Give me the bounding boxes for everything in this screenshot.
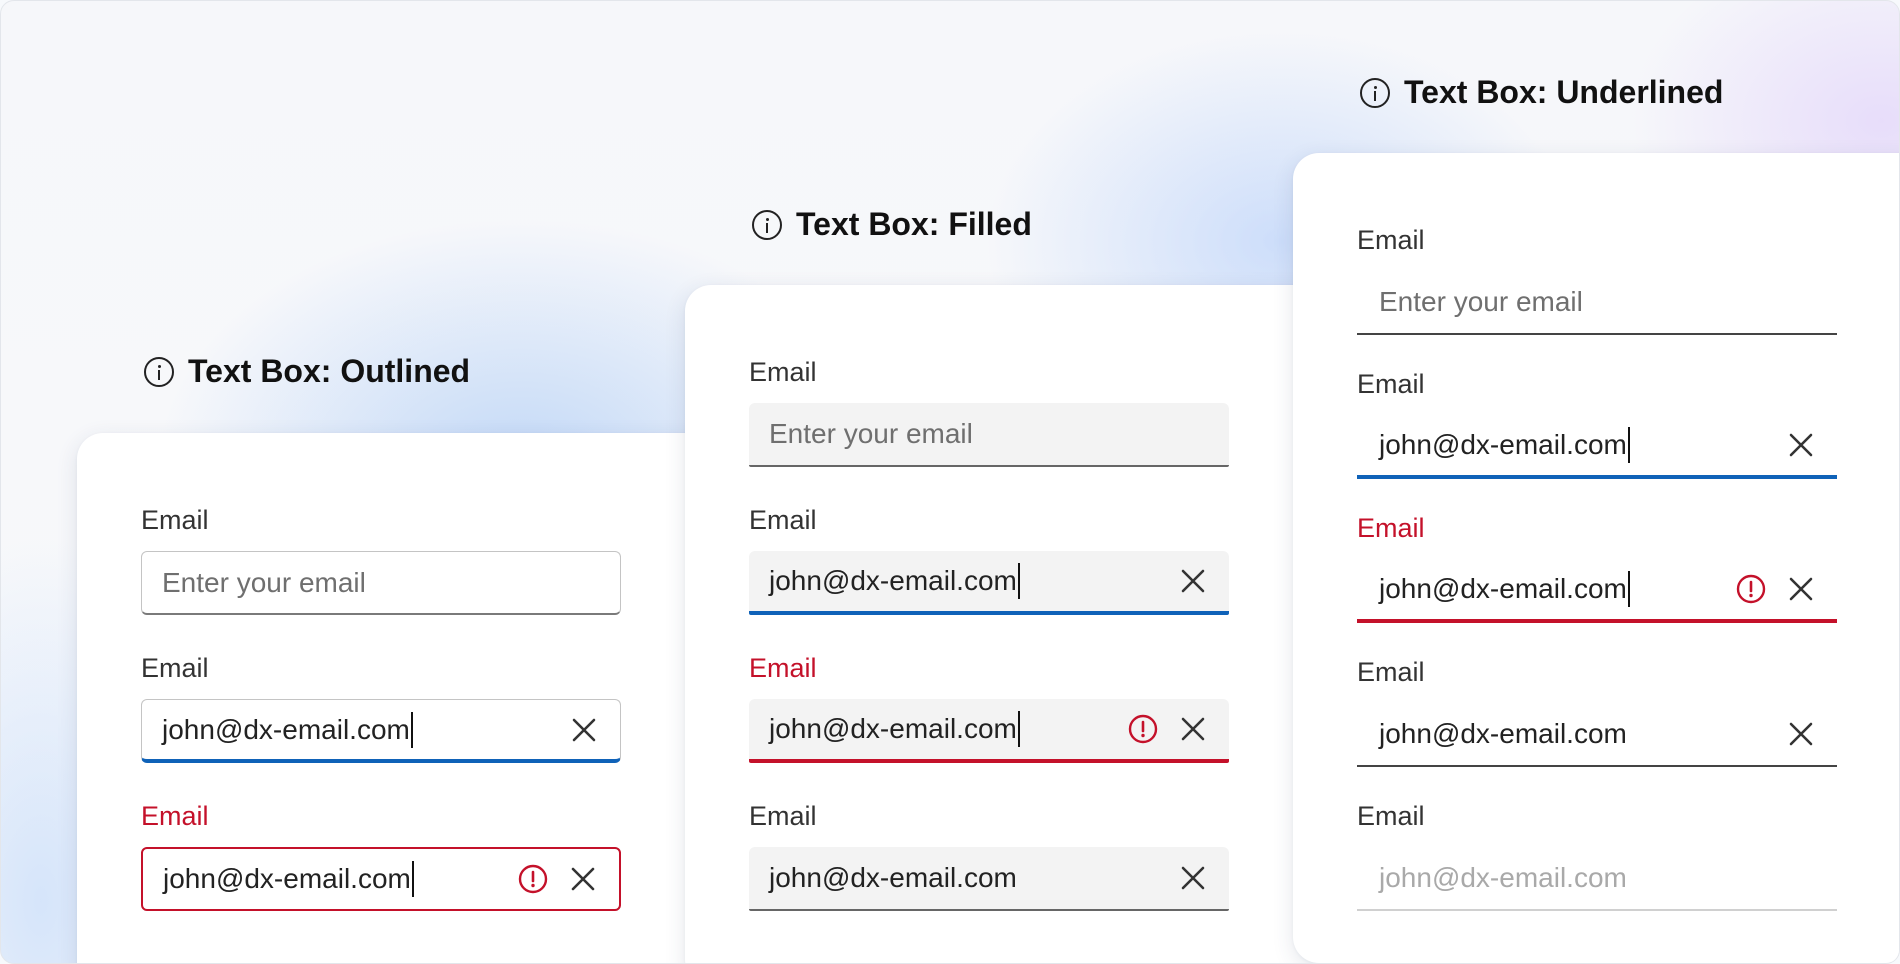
field-label: Email — [749, 653, 817, 683]
info-icon — [144, 356, 174, 387]
email-input[interactable]: john@dx-email.com — [1357, 415, 1837, 479]
dismiss-icon[interactable] — [1177, 713, 1209, 745]
error-circle-icon — [1128, 714, 1158, 744]
input-placeholder: Enter your email — [1379, 286, 1583, 317]
field-label: Email — [1357, 801, 1425, 831]
dismiss-icon[interactable] — [1785, 573, 1817, 605]
input-value: john@dx-email.com — [1379, 862, 1627, 893]
input-value: john@dx-email.com — [162, 713, 410, 745]
input-value: john@dx-email.com — [1379, 429, 1627, 460]
email-input[interactable]: john@dx-email.com — [1357, 559, 1837, 623]
text-caret — [1017, 711, 1020, 747]
underlined-email-field-filled: Email john@dx-email.com — [1357, 655, 1837, 767]
filled-title-text: Text Box: Filled — [796, 206, 1032, 242]
email-input-disabled: john@dx-email.com — [1357, 847, 1837, 911]
underlined-email-field-disabled: Email john@dx-email.com — [1357, 799, 1837, 911]
email-input[interactable]: john@dx-email.com — [749, 847, 1229, 911]
underlined-email-field-rest: Email Enter your email — [1357, 223, 1837, 335]
underlined-section-title: Text Box: Underlined — [1360, 74, 1723, 111]
field-label: Email — [749, 357, 817, 387]
underlined-card: Email Enter your email Email john@dx-ema… — [1293, 153, 1899, 963]
dismiss-icon[interactable] — [1177, 565, 1209, 597]
outlined-email-field-focused: Email john@dx-email.com — [141, 651, 621, 763]
filled-section-title: Text Box: Filled — [752, 206, 1032, 243]
field-label: Email — [749, 505, 817, 535]
error-circle-icon — [1736, 574, 1766, 604]
input-placeholder: Enter your email — [162, 566, 366, 598]
underlined-title-text: Text Box: Underlined — [1404, 74, 1724, 110]
field-label: Email — [1357, 657, 1425, 687]
outlined-title-text: Text Box: Outlined — [188, 353, 471, 389]
showcase-background: Text Box: Outlined Email Enter your emai… — [0, 0, 1900, 964]
input-value: john@dx-email.com — [1379, 573, 1627, 604]
field-label: Email — [1357, 225, 1425, 255]
outlined-card: Email Enter your email Email john@dx-ema… — [77, 433, 737, 963]
underlined-email-field-error: Email john@dx-email.com — [1357, 511, 1837, 623]
error-circle-icon — [518, 864, 548, 894]
email-input[interactable]: john@dx-email.com — [1357, 703, 1837, 767]
input-value: john@dx-email.com — [769, 565, 1017, 596]
input-value: john@dx-email.com — [769, 862, 1017, 893]
outlined-email-field-rest: Email Enter your email — [141, 503, 621, 615]
text-caret — [1627, 571, 1630, 607]
dismiss-icon[interactable] — [1785, 718, 1817, 750]
field-label: Email — [141, 801, 209, 831]
email-input[interactable]: john@dx-email.com — [749, 699, 1229, 763]
field-label: Email — [749, 801, 817, 831]
text-caret — [411, 861, 414, 897]
dismiss-icon[interactable] — [1785, 429, 1817, 461]
dismiss-icon[interactable] — [568, 714, 600, 746]
filled-card: Email Enter your email Email john@dx-ema… — [685, 285, 1345, 963]
email-input[interactable]: Enter your email — [141, 551, 621, 615]
field-label: Email — [1357, 513, 1425, 543]
input-placeholder: Enter your email — [769, 418, 973, 449]
filled-email-field-focused: Email john@dx-email.com — [749, 503, 1229, 615]
email-input[interactable]: john@dx-email.com — [749, 551, 1229, 615]
dismiss-icon[interactable] — [567, 863, 599, 895]
text-caret — [1627, 427, 1630, 463]
input-value: john@dx-email.com — [1379, 718, 1627, 749]
input-value: john@dx-email.com — [769, 713, 1017, 744]
email-input[interactable]: john@dx-email.com — [141, 699, 621, 763]
outlined-section-title: Text Box: Outlined — [144, 353, 470, 390]
filled-email-field-rest: Email Enter your email — [749, 355, 1229, 467]
email-input[interactable]: Enter your email — [1357, 271, 1837, 335]
underlined-email-field-focused: Email john@dx-email.com — [1357, 367, 1837, 479]
field-label: Email — [141, 653, 209, 683]
text-caret — [1017, 563, 1020, 599]
outlined-email-field-error: Email john@dx-email.com — [141, 799, 621, 911]
field-label: Email — [141, 505, 209, 535]
filled-email-field-filled: Email john@dx-email.com — [749, 799, 1229, 911]
dismiss-icon[interactable] — [1177, 862, 1209, 894]
email-input[interactable]: Enter your email — [749, 403, 1229, 467]
email-input[interactable]: john@dx-email.com — [141, 847, 621, 911]
info-icon — [1360, 77, 1390, 108]
text-caret — [410, 711, 413, 748]
info-icon — [752, 209, 782, 240]
input-value: john@dx-email.com — [163, 863, 411, 894]
filled-email-field-error: Email john@dx-email.com — [749, 651, 1229, 763]
field-label: Email — [1357, 369, 1425, 399]
